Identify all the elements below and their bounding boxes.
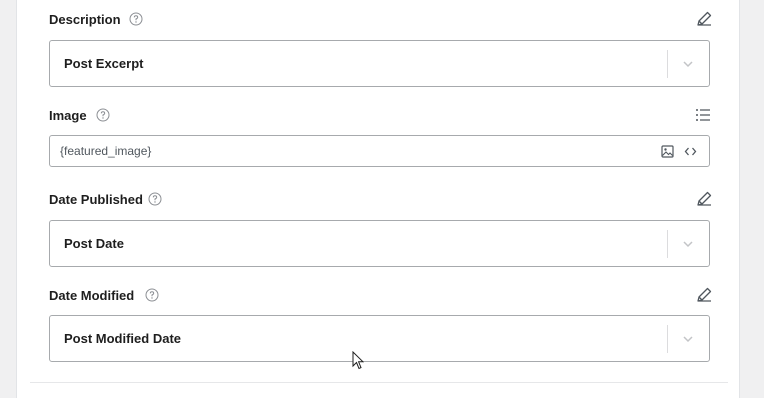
code-icon[interactable] bbox=[684, 145, 697, 158]
panel-divider bbox=[30, 382, 728, 383]
pencil-icon[interactable] bbox=[695, 10, 713, 28]
date-modified-select-value: Post Modified Date bbox=[64, 331, 182, 346]
description-label: Description bbox=[49, 12, 121, 27]
select-separator bbox=[667, 325, 668, 353]
chevron-down-icon[interactable] bbox=[682, 333, 694, 345]
date-published-label-row: Date Published bbox=[49, 189, 713, 211]
description-select[interactable]: Post Excerpt bbox=[49, 40, 710, 87]
select-separator bbox=[667, 230, 668, 258]
date-modified-label: Date Modified bbox=[49, 288, 135, 303]
image-icon[interactable] bbox=[661, 145, 674, 158]
image-input-box bbox=[49, 135, 710, 167]
select-separator bbox=[667, 50, 668, 78]
mouse-cursor-icon bbox=[352, 351, 364, 370]
image-label-row: Image bbox=[49, 105, 710, 127]
chevron-down-icon[interactable] bbox=[682, 58, 694, 70]
help-icon[interactable] bbox=[148, 192, 162, 206]
help-icon[interactable] bbox=[129, 12, 143, 26]
date-published-select[interactable]: Post Date bbox=[49, 220, 710, 267]
pencil-icon[interactable] bbox=[695, 286, 713, 304]
list-icon[interactable] bbox=[694, 106, 712, 124]
description-label-row: Description bbox=[49, 9, 713, 31]
help-icon[interactable] bbox=[96, 108, 110, 122]
date-modified-label-row: Date Modified bbox=[49, 285, 713, 307]
date-published-select-value: Post Date bbox=[64, 236, 124, 251]
date-published-label: Date Published bbox=[49, 192, 143, 207]
chevron-down-icon[interactable] bbox=[682, 238, 694, 250]
pencil-icon[interactable] bbox=[695, 190, 713, 208]
image-label: Image bbox=[49, 108, 87, 123]
date-modified-select[interactable]: Post Modified Date bbox=[49, 315, 710, 362]
image-input[interactable] bbox=[60, 136, 640, 166]
description-select-value: Post Excerpt bbox=[64, 56, 144, 71]
help-icon[interactable] bbox=[145, 288, 159, 302]
